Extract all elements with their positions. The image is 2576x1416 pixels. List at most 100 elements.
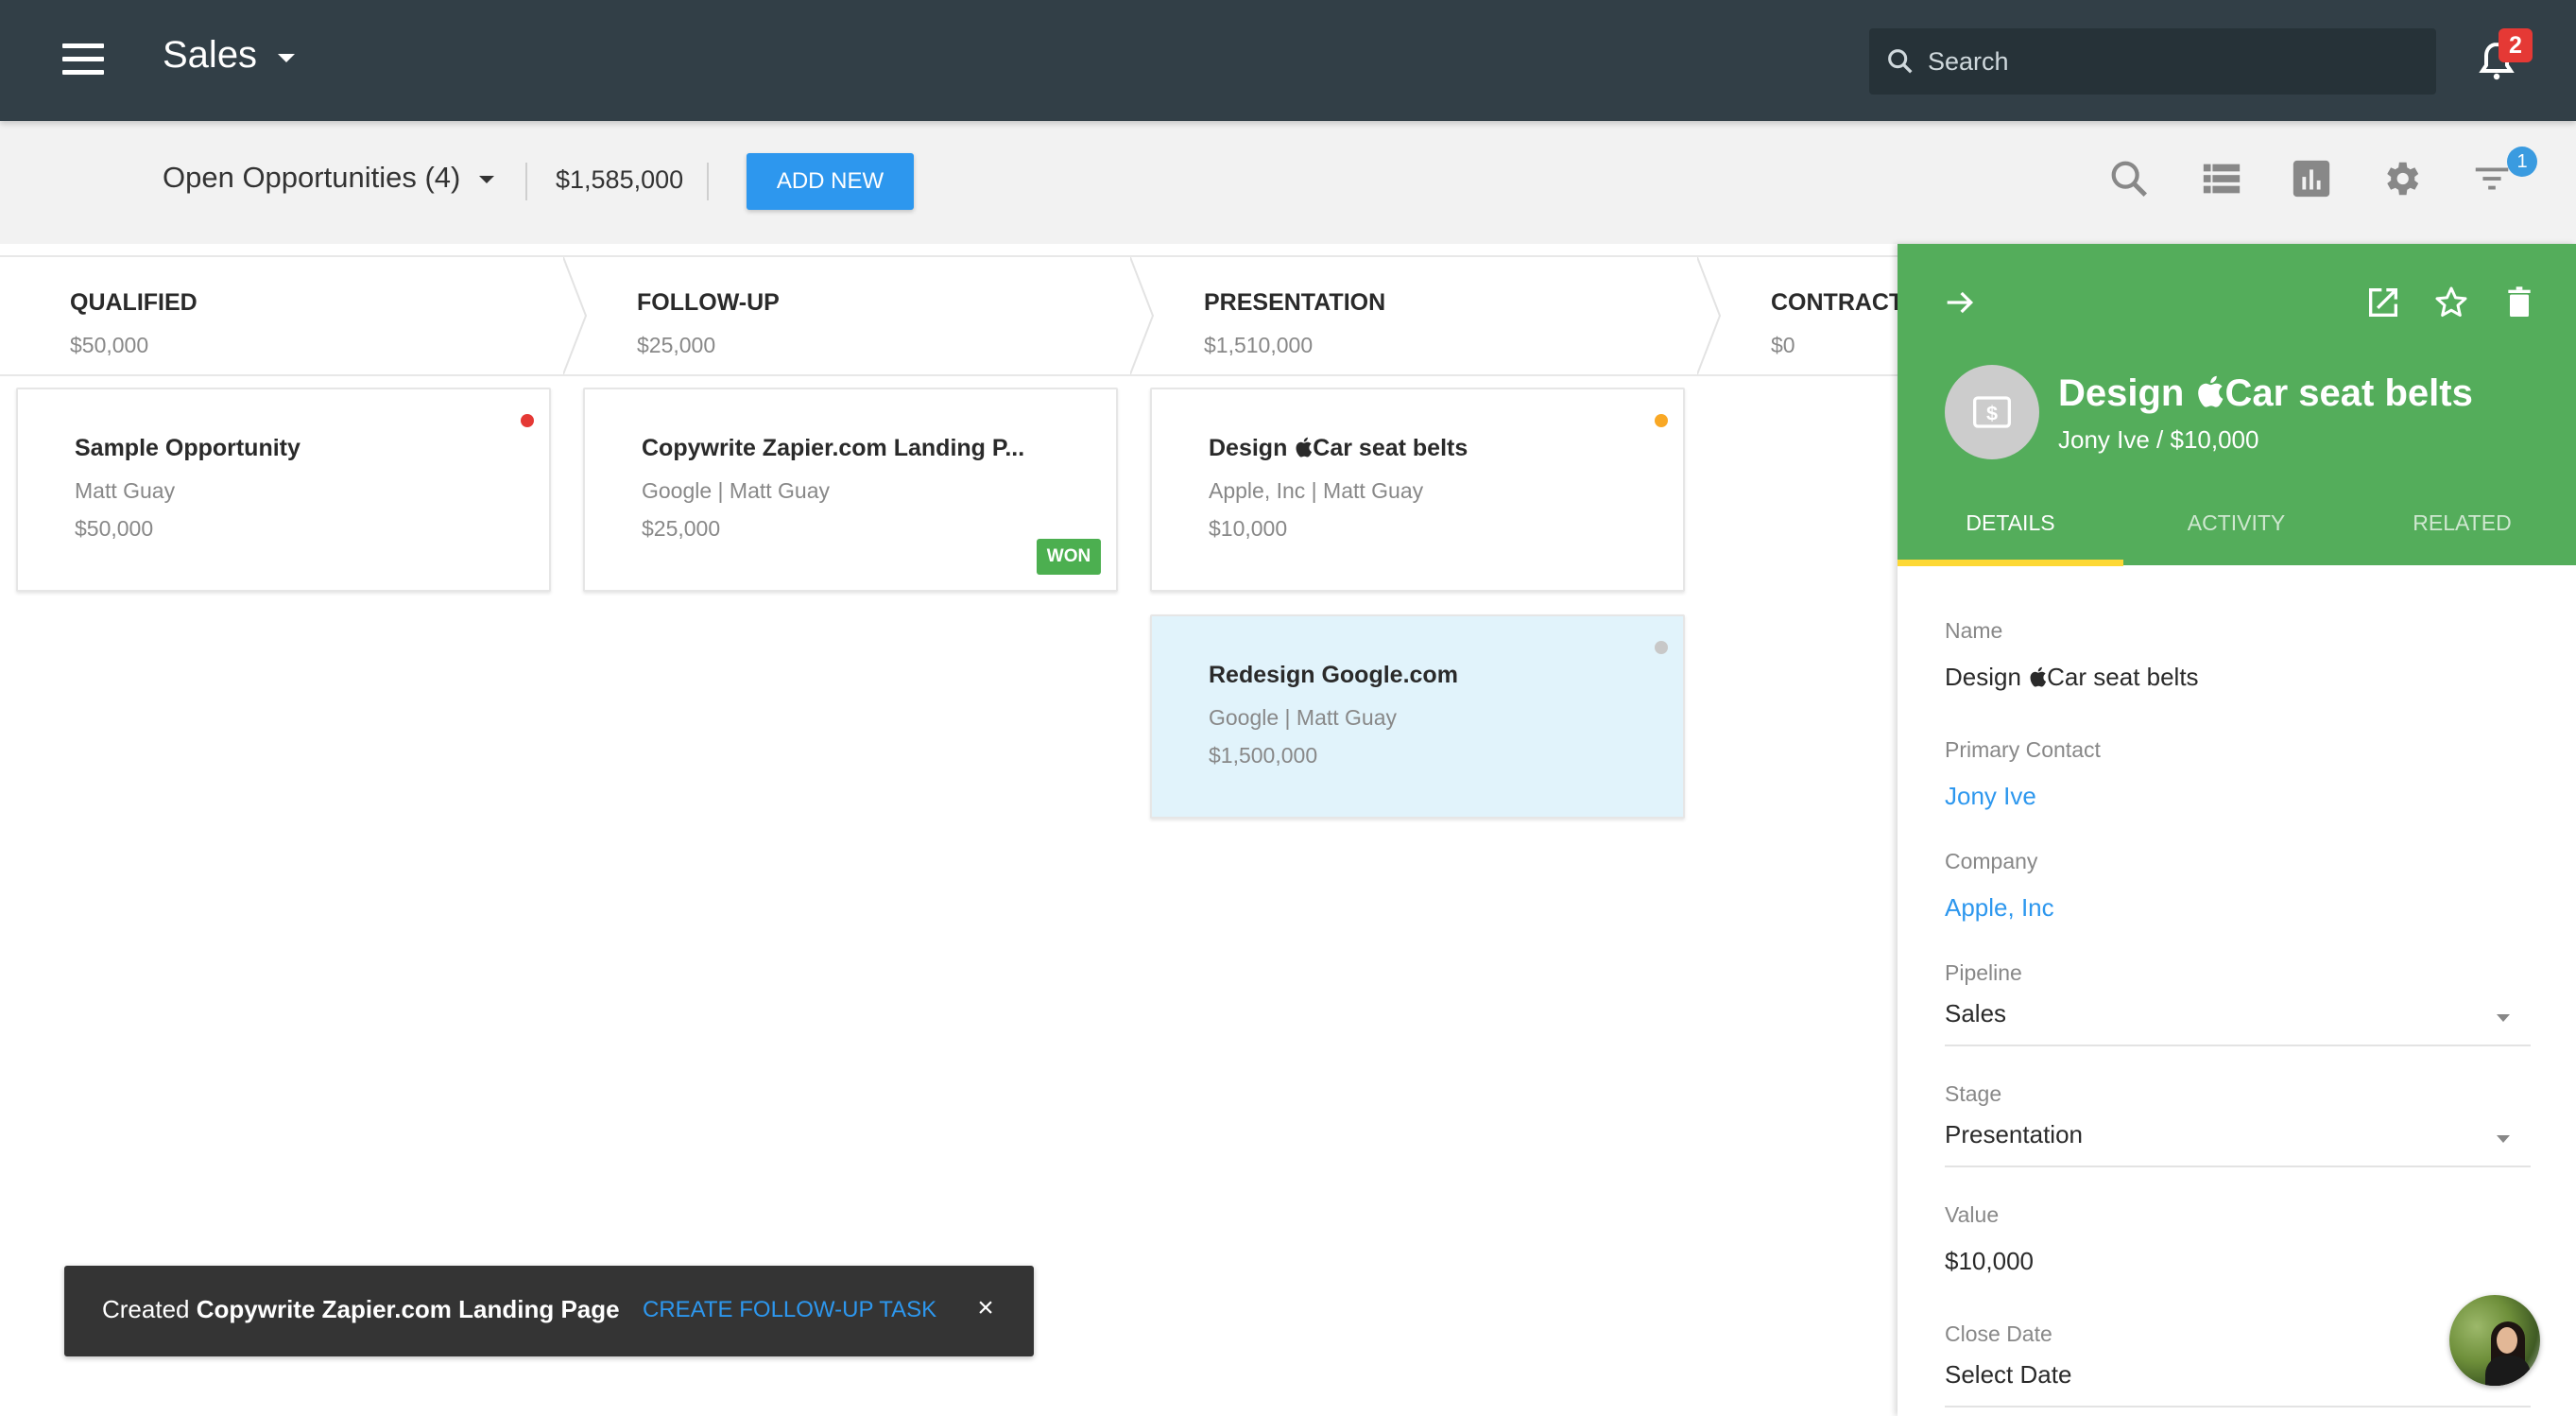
deal-title-text: Car seat belts: [2224, 372, 2473, 414]
stage-total: $50,000: [70, 333, 149, 357]
field-name: Name Design Car seat belts: [1945, 618, 2531, 692]
card-title: Copywrite Zapier.com Landing P...: [642, 435, 1025, 461]
opportunity-card[interactable]: Copywrite Zapier.com Landing P... Google…: [583, 388, 1118, 592]
snackbar-message: Created Copywrite Zapier.com Landing Pag…: [102, 1295, 620, 1324]
arrow-right-icon[interactable]: [1941, 284, 1979, 321]
snackbar: Created Copywrite Zapier.com Landing Pag…: [64, 1266, 1034, 1356]
pipeline-select[interactable]: Sales: [1945, 999, 2531, 1046]
card-title-text: Car seat belts: [1313, 435, 1468, 461]
chevron-down-icon: [2497, 1135, 2510, 1143]
close-date-picker[interactable]: Select Date: [1945, 1360, 2531, 1407]
stage-select[interactable]: Presentation: [1945, 1120, 2531, 1167]
deal-title: Design Car seat belts: [2058, 372, 2473, 415]
star-icon[interactable]: [2432, 284, 2470, 321]
card-value: $1,500,000: [1209, 743, 1318, 768]
trash-icon[interactable]: [2500, 284, 2538, 321]
field-label: Pipeline: [1945, 960, 2022, 985]
stage-header-contract[interactable]: CONTRACT $0: [1701, 257, 1899, 374]
pipeline-board: QUALIFIED $50,000 FOLLOW-UP $25,000 PRES…: [0, 244, 1899, 1416]
close-icon[interactable]: ×: [971, 1292, 1000, 1326]
open-external-icon[interactable]: [2364, 284, 2402, 321]
won-badge: WON: [1037, 539, 1101, 575]
company-link[interactable]: Apple, Inc: [1945, 893, 2531, 923]
opportunity-card[interactable]: Design Car seat belts Apple, Inc | Matt …: [1150, 388, 1685, 592]
apple-logo-icon: [2198, 375, 2224, 407]
stage-selected-value: Presentation: [1945, 1120, 2083, 1148]
notification-count-badge: 2: [2499, 28, 2533, 62]
svg-text:$: $: [1986, 401, 1998, 424]
opportunity-card[interactable]: Sample Opportunity Matt Guay $50,000: [16, 388, 551, 592]
field-stage: Stage Presentation: [1945, 1081, 2531, 1167]
opportunity-card[interactable]: Redesign Google.com Google | Matt Guay $…: [1150, 614, 1685, 819]
avatar-photo: [2497, 1327, 2517, 1354]
search-icon[interactable]: [2107, 157, 2151, 200]
chevron-down-icon: [278, 54, 296, 62]
stage-header-follow-up[interactable]: FOLLOW-UP $25,000: [567, 257, 1134, 374]
stage-name: FOLLOW-UP: [637, 289, 780, 316]
field-close-date: Close Date Select Date: [1945, 1321, 2531, 1407]
list-view-icon[interactable]: [2200, 157, 2243, 200]
search-bar[interactable]: [1869, 28, 2436, 95]
search-input[interactable]: [1928, 46, 2419, 77]
chart-icon[interactable]: [2290, 157, 2333, 200]
tab-details[interactable]: DETAILS: [1898, 480, 2123, 565]
stage-total: $1,510,000: [1204, 333, 1314, 357]
panel-header: $ Design Car seat belts Jony Ive / $10,0…: [1898, 244, 2576, 566]
primary-contact-link[interactable]: Jony Ive: [1945, 782, 2531, 811]
card-subtitle: Google | Matt Guay: [642, 478, 831, 503]
card-title-text: Design: [1209, 435, 1295, 461]
chevron-down-icon: [2497, 1014, 2510, 1022]
stage-header-qualified[interactable]: QUALIFIED $50,000: [0, 257, 567, 374]
card-subtitle: Apple, Inc | Matt Guay: [1209, 478, 1424, 503]
add-new-button[interactable]: ADD NEW: [747, 153, 914, 210]
deal-title-text: Design: [2058, 372, 2195, 414]
card-title: Design Car seat belts: [1209, 435, 1468, 462]
status-dot: [1655, 414, 1668, 427]
field-pipeline: Pipeline Sales: [1945, 960, 2531, 1046]
opportunity-detail-panel: $ Design Car seat belts Jony Ive / $10,0…: [1898, 244, 2576, 1416]
search-icon: [1888, 49, 1913, 74]
active-tab-indicator: [1898, 560, 2123, 566]
divider: [525, 163, 527, 200]
card-value: $10,000: [1209, 516, 1288, 541]
field-value-text: Car seat belts: [2047, 663, 2199, 691]
tab-related[interactable]: RELATED: [2349, 480, 2575, 565]
card-title: Redesign Google.com: [1209, 662, 1458, 688]
settings-icon[interactable]: [2379, 157, 2423, 200]
deal-subtitle: Jony Ive / $10,000: [2058, 425, 2259, 454]
stage-name: QUALIFIED: [70, 289, 197, 316]
status-dot: [1655, 641, 1668, 654]
view-label: Open Opportunities (4): [163, 161, 461, 194]
user-avatar[interactable]: [2449, 1295, 2540, 1386]
snackbar-subject: Copywrite Zapier.com Landing Page: [196, 1295, 620, 1323]
field-label: Stage: [1945, 1081, 2002, 1106]
stage-header-row: QUALIFIED $50,000 FOLLOW-UP $25,000 PRES…: [0, 255, 1899, 376]
snackbar-prefix: Created: [102, 1295, 197, 1323]
field-label: Primary Contact: [1945, 737, 2101, 762]
card-title: Sample Opportunity: [75, 435, 301, 461]
field-label: Close Date: [1945, 1321, 2052, 1346]
value-input[interactable]: $10,000: [1945, 1247, 2531, 1276]
stage-header-presentation[interactable]: PRESENTATION $1,510,000: [1134, 257, 1701, 374]
card-subtitle: Matt Guay: [75, 478, 176, 503]
field-label: Company: [1945, 849, 2038, 873]
chevron-down-icon: [479, 176, 495, 183]
filter-count-badge: 1: [2507, 147, 2537, 177]
avatar-photo: [2485, 1356, 2531, 1386]
stage-name: CONTRACT: [1771, 289, 1899, 316]
top-app-bar: Sales 2: [0, 0, 2576, 121]
hamburger-menu-icon[interactable]: [62, 43, 104, 76]
pipeline-total-value: $1,585,000: [556, 165, 684, 194]
status-dot: [521, 414, 534, 427]
field-label: Value: [1945, 1202, 2000, 1227]
stage-name: PRESENTATION: [1204, 289, 1386, 316]
field-primary-contact: Primary Contact Jony Ive: [1945, 737, 2531, 811]
create-follow-up-task-button[interactable]: CREATE FOLLOW-UP TASK: [643, 1297, 936, 1323]
card-subtitle: Google | Matt Guay: [1209, 705, 1398, 730]
field-value[interactable]: Design Car seat belts: [1945, 663, 2531, 692]
view-selector[interactable]: Open Opportunities (4): [163, 161, 495, 195]
app-switcher[interactable]: Sales: [163, 34, 296, 77]
tab-activity[interactable]: ACTIVITY: [2123, 480, 2349, 565]
field-value: Value $10,000: [1945, 1202, 2531, 1276]
card-value: $25,000: [642, 516, 721, 541]
